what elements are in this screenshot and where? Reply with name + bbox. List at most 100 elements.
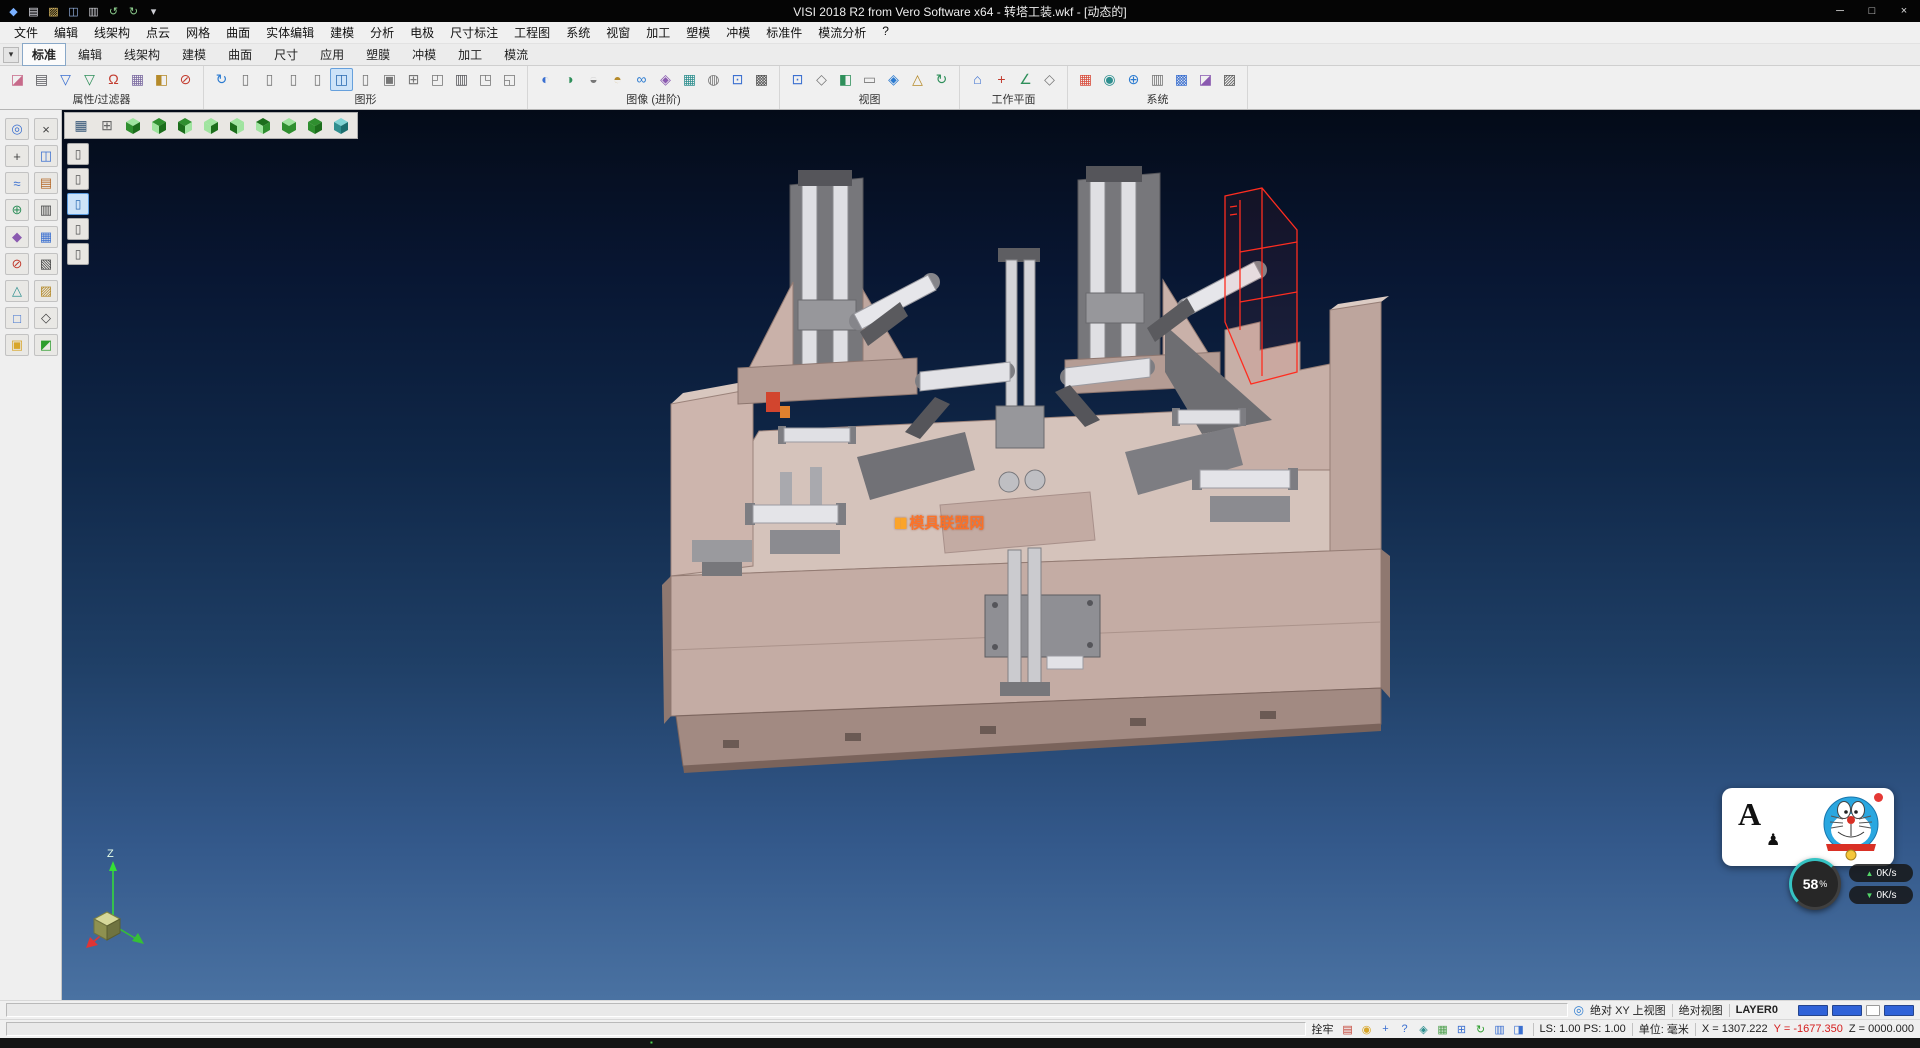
view-bottom-cube-icon[interactable]: [251, 114, 275, 137]
menu-item-14[interactable]: 加工: [638, 21, 678, 44]
view-mode-icon[interactable]: ◎: [1574, 1003, 1584, 1017]
wire-tool-icon[interactable]: ◇: [34, 307, 58, 329]
measure-tool-icon[interactable]: ⊕: [5, 199, 29, 221]
mirror-tool-icon[interactable]: ≈: [5, 172, 29, 194]
window-corner-icon[interactable]: ◰: [426, 68, 449, 91]
edit-attributes-icon[interactable]: ◧: [150, 68, 173, 91]
shade-half-icon[interactable]: ◪: [1194, 68, 1217, 91]
box-tool-icon[interactable]: □: [5, 307, 29, 329]
delete-tool-icon[interactable]: ×: [34, 118, 58, 140]
palette-status-icon[interactable]: ▦: [1435, 1022, 1451, 1037]
refresh-status-icon[interactable]: ↻: [1473, 1022, 1489, 1037]
layer-swatch-0[interactable]: [1798, 1005, 1828, 1016]
filter-clear-icon[interactable]: ⊘: [174, 68, 197, 91]
copy-tool-icon[interactable]: ◫: [34, 145, 58, 167]
hatch-alt-icon[interactable]: ▨: [1218, 68, 1241, 91]
window-alt-icon[interactable]: ◱: [498, 68, 521, 91]
os-taskbar[interactable]: ▪: [0, 1038, 1920, 1048]
view-left-cube-icon[interactable]: [303, 114, 327, 137]
tab-6[interactable]: 应用: [310, 43, 354, 66]
color-palette-icon[interactable]: ▦: [1074, 68, 1097, 91]
menu-item-6[interactable]: 实体编辑: [258, 21, 322, 44]
app-icon[interactable]: ◆: [4, 2, 23, 20]
menu-item-7[interactable]: 建模: [322, 21, 362, 44]
doraemon-widget[interactable]: A ♟: [1722, 788, 1920, 928]
filter-funnel-green-icon[interactable]: ▽: [78, 68, 101, 91]
section-view-icon[interactable]: ⊡: [726, 68, 749, 91]
material-tool-icon[interactable]: ▨: [34, 280, 58, 302]
active-sheet-icon[interactable]: ◫: [330, 68, 353, 91]
settings-tool-icon[interactable]: ◩: [34, 334, 58, 356]
view-right-cube-icon[interactable]: [173, 114, 197, 137]
array-tool-icon[interactable]: ▤: [34, 172, 58, 194]
stereo-glasses-icon[interactable]: ∞: [630, 68, 653, 91]
close-button[interactable]: ×: [1888, 0, 1920, 22]
attribute-eraser-icon[interactable]: ◪: [6, 68, 29, 91]
hide-tool-icon[interactable]: ⊘: [5, 253, 29, 275]
taskbar-app-icon[interactable]: ▪: [650, 1039, 653, 1047]
select-face-icon[interactable]: ▯: [67, 168, 89, 190]
window-icon[interactable]: ◳: [474, 68, 497, 91]
select-tool-icon[interactable]: ◎: [5, 118, 29, 140]
dynamic-view-icon[interactable]: ◈: [882, 68, 905, 91]
hidden-line-icon[interactable]: ◒: [582, 68, 605, 91]
cad-model[interactable]: [62, 110, 1920, 1000]
render-sphere-icon[interactable]: ◍: [702, 68, 725, 91]
view-back-cube-icon[interactable]: [277, 114, 301, 137]
layer-swatch-1[interactable]: [1832, 1005, 1862, 1016]
tab-10[interactable]: 模流: [494, 43, 538, 66]
attribute-printer-icon[interactable]: ▤: [30, 68, 53, 91]
material-gem-icon[interactable]: ◈: [654, 68, 677, 91]
filter-tool-icon[interactable]: ▧: [34, 253, 58, 275]
menu-item-0[interactable]: 文件: [6, 21, 46, 44]
compass-icon[interactable]: ◈: [1416, 1022, 1432, 1037]
menu-item-17[interactable]: 标准件: [758, 21, 810, 44]
redo-icon[interactable]: ↻: [124, 2, 143, 20]
plane-tool-icon[interactable]: △: [5, 280, 29, 302]
menu-item-9[interactable]: 电极: [402, 21, 442, 44]
model-left-tower[interactable]: [738, 170, 940, 404]
percent-ring[interactable]: 58%: [1789, 858, 1841, 910]
viewport-3d[interactable]: ▮▮ 模具联盟网 Z ▦⊞ ▯▯▯▯▯: [62, 110, 1920, 1000]
annotation-icon[interactable]: ▤: [1340, 1022, 1356, 1037]
new-doc-icon[interactable]: ▤: [24, 2, 43, 20]
tab-3[interactable]: 建模: [172, 43, 216, 66]
table-icon[interactable]: ▩: [1170, 68, 1193, 91]
qat-dropdown-icon[interactable]: ▾: [144, 2, 163, 20]
refresh-view-icon[interactable]: ↻: [930, 68, 953, 91]
blank-sheet-icon[interactable]: ▯: [234, 68, 257, 91]
tab-9[interactable]: 加工: [448, 43, 492, 66]
render-tool-icon[interactable]: ▦: [34, 226, 58, 248]
half-shade-icon[interactable]: ◨: [1511, 1022, 1527, 1037]
tab-7[interactable]: 塑膜: [356, 43, 400, 66]
undo-icon[interactable]: ↺: [104, 2, 123, 20]
workplane-icon[interactable]: ⌂: [966, 68, 989, 91]
view-top-cube-icon[interactable]: [121, 114, 145, 137]
view-iso2-cube-icon[interactable]: [225, 114, 249, 137]
prompt-area[interactable]: [6, 1022, 1306, 1036]
rotate-view-icon[interactable]: △: [906, 68, 929, 91]
config-plus-icon[interactable]: +: [1378, 1022, 1394, 1037]
menu-item-13[interactable]: 视窗: [598, 21, 638, 44]
shading-icon[interactable]: ◐: [534, 68, 557, 91]
menu-item-15[interactable]: 塑模: [678, 21, 718, 44]
zoom-fit-icon[interactable]: ◇: [810, 68, 833, 91]
maximize-button[interactable]: □: [1856, 0, 1888, 22]
zoom-window-icon[interactable]: ⊡: [786, 68, 809, 91]
minimize-button[interactable]: ─: [1824, 0, 1856, 22]
active-layer-label[interactable]: LAYER0: [1736, 1004, 1778, 1016]
print-icon[interactable]: ▥: [84, 2, 103, 20]
layer-swatch-3[interactable]: [1884, 1005, 1914, 1016]
wireframe-icon[interactable]: ◑: [558, 68, 581, 91]
select-point-icon[interactable]: ▯: [67, 243, 89, 265]
snap-grid-icon[interactable]: ⊞: [1454, 1022, 1470, 1037]
target-icon[interactable]: ⊕: [1122, 68, 1145, 91]
widget-panel[interactable]: A ♟: [1722, 788, 1894, 866]
select-edge-icon[interactable]: ▯: [67, 193, 89, 215]
menu-item-12[interactable]: 系统: [558, 21, 598, 44]
menu-item-11[interactable]: 工程图: [506, 21, 558, 44]
color-tool-icon[interactable]: ◆: [5, 226, 29, 248]
menu-item-8[interactable]: 分析: [362, 21, 402, 44]
menu-item-10[interactable]: 尺寸标注: [442, 21, 506, 44]
layer-manager-icon[interactable]: ▦: [126, 68, 149, 91]
